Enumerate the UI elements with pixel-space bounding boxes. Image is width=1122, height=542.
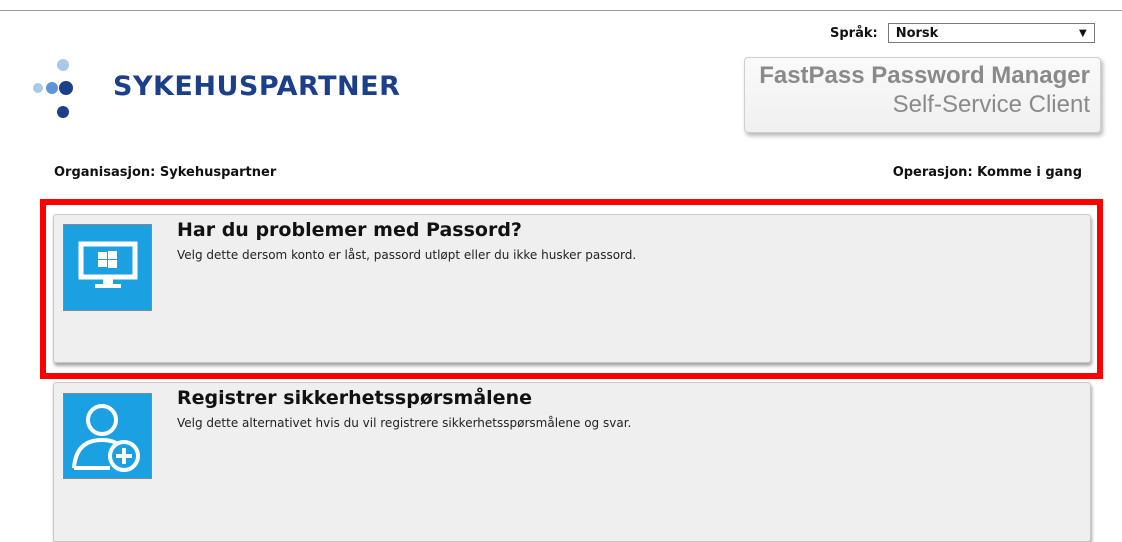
user-add-icon (63, 393, 152, 479)
operation-label: Operasjon: Komme i gang (892, 165, 1082, 180)
organization-label: Organisasjon: Sykehuspartner (54, 165, 277, 180)
logo-dots-icon (33, 59, 73, 118)
option-title: Har du problemer med Passord? (177, 219, 522, 241)
option-register-questions[interactable]: Registrer sikkerhetsspørsmålene Velg det… (53, 382, 1091, 542)
option-description: Velg dette alternativet hvis du vil regi… (177, 416, 632, 430)
product-banner: FastPass Password Manager Self-Service C… (744, 57, 1101, 133)
product-subtitle: Self-Service Client (892, 91, 1090, 118)
option-password-problem[interactable]: Har du problemer med Passord? Velg dette… (53, 214, 1091, 363)
language-selector: Språk: Norsk ▼ (830, 22, 1095, 44)
sykehuspartner-logo: SYKEHUSPARTNER (33, 57, 433, 123)
language-selected-value: Norsk (895, 25, 939, 41)
top-divider (0, 10, 1122, 11)
product-title: FastPass Password Manager (759, 62, 1090, 89)
language-label: Språk: (830, 25, 878, 41)
logo-text: SYKEHUSPARTNER (113, 71, 401, 102)
windows-monitor-icon (63, 224, 152, 311)
language-dropdown[interactable]: Norsk ▼ (887, 23, 1095, 43)
option-title: Registrer sikkerhetsspørsmålene (177, 387, 532, 409)
dropdown-arrow-icon: ▼ (1079, 27, 1087, 39)
option-description: Velg dette dersom konto er låst, passord… (177, 248, 637, 262)
